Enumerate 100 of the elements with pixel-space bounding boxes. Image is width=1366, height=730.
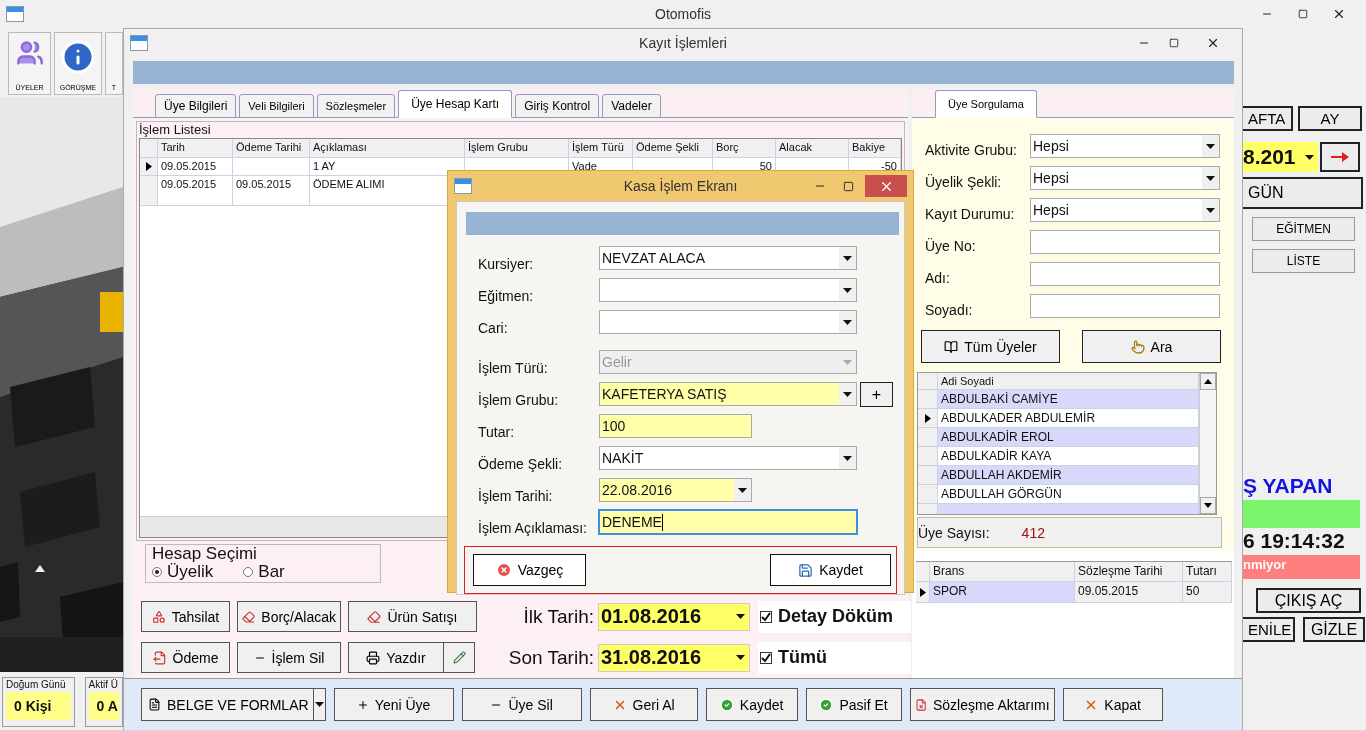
field-label: Kursiyer: [478,255,535,272]
table-cell: ABDULLAH GÖRGÜN [938,485,1199,503]
column-header: Açıklaması [310,139,465,158]
field-label: Kayıt Durumu: [925,205,1016,222]
clock-text: 6 19:14:32 [1243,529,1346,554]
counter-title: Doğum Günü [6,679,67,690]
column-header: Brans [930,562,1075,582]
panel-heading: Ş YAPAN [1243,474,1334,499]
action-button[interactable]: Borç/Alacak [237,601,341,632]
toolbar-button[interactable]: Kaydet [705,688,798,721]
list-button[interactable]: EĞİTMEN [1252,217,1355,241]
field-label: Ödeme Şekli: [478,455,564,472]
toolbar-button[interactable]: Kapat [1062,688,1163,721]
dropdown[interactable]: Hepsi [1030,134,1220,158]
group-title: Hesap Seçimi [152,545,258,563]
table-cell: SPOR [930,582,1075,602]
tab[interactable]: Vadeler [602,94,661,118]
dropdown[interactable]: NAKİT [599,446,857,470]
dialog-title: Kasa İşlem Ekranı [623,178,738,194]
day-button[interactable]: GÜN [1243,177,1363,209]
action-button[interactable]: Ürün Satışı [348,601,477,632]
all-members-button[interactable]: Tüm Üyeler [921,330,1060,363]
field-label: İşlem Türü: [478,359,549,376]
column-header: İşlem Grubu [465,139,569,158]
table-cell: ABDULKADİR KAYA [938,447,1199,465]
checkbox-label: Detay Döküm [778,606,894,627]
column-header: Sözleşme Tarihi [1075,562,1183,582]
action-button[interactable]: İşlem Sil [237,642,341,673]
dropdown[interactable]: KAFETERYA SATIŞ [599,382,857,406]
checkbox-label: Tümü [778,647,827,668]
period-button[interactable]: AY [1298,106,1362,131]
cancel-button[interactable]: Vazgeç [473,554,586,586]
field-label: Üyelik Şekli: [925,173,1003,190]
tab[interactable]: Veli Bilgileri [239,94,314,118]
count-value: 412 [1021,524,1045,541]
action-button[interactable]: Tahsilat [141,601,230,632]
counter-value: 0 A [88,692,119,720]
search-button[interactable]: Ara [1082,330,1221,363]
radio-option[interactable]: Bar [243,563,285,581]
toolbar-button[interactable]: Sözleşme Aktarımı [909,688,1055,721]
toolbar-button[interactable]: Pasif Et [805,688,902,721]
column-header: Alacak [776,139,849,158]
tab[interactable]: Üye Hesap Kartı [398,90,513,118]
dropdown: Gelir [599,350,857,374]
toolbar-button[interactable]: Üye Sil [461,688,582,721]
column-header: İşlem Türü [569,139,633,158]
field-label: Tutar: [478,423,516,440]
list-button[interactable]: LİSTE [1252,249,1355,273]
input-field[interactable]: DENEME [599,510,857,534]
dropdown[interactable]: Hepsi [1030,166,1220,190]
date-field[interactable]: 31.08.2016 [598,643,750,672]
field-label: Adı: [925,269,951,286]
table-cell: ABDULKADİR EROL [938,428,1199,446]
table-cell: 09.05.2015 [158,176,233,205]
field-label: Üye No: [925,237,977,254]
status-text: nmiyor [1243,555,1360,579]
field-label: Cari: [478,319,509,336]
input-field[interactable]: 100 [599,414,752,438]
column-header: Ödeme Şekli [633,139,713,158]
tab[interactable]: Üye Sorgulama [935,90,1037,118]
tab[interactable]: Giriş Kontrol [515,94,600,118]
dropdown[interactable]: NEVZAT ALACA [599,246,857,270]
exit-button[interactable]: ÇIKIŞ AÇ [1256,588,1361,613]
save-button[interactable]: Kaydet [770,554,891,586]
tab[interactable]: Üye Bilgileri [155,94,237,118]
date-field[interactable]: 22.08.2016 [599,478,752,502]
radio-option[interactable]: Üyelik [152,563,214,581]
count-label: Üye Sayısı: [918,524,990,541]
date-field[interactable]: 8.201 [1243,142,1318,172]
date-field[interactable]: 01.08.2016 [598,602,750,631]
counter-title: Aktif Ü [88,679,119,690]
date-label: İlk Tarih: [522,605,594,628]
action-button[interactable]: Ödeme [141,642,230,673]
column-header: Tutarı [1183,562,1232,582]
date-label: Son Tarih: [507,646,594,669]
column-header: Bakiye [849,139,901,158]
field-label: İşlem Açıklaması: [478,519,588,536]
tab[interactable]: Sözleşmeler [316,94,396,118]
panel-button[interactable]: ENİLE [1243,617,1295,642]
period-button[interactable]: AFTA [1243,106,1293,131]
toolbar-button[interactable]: Geri Al [589,688,698,721]
field-label: Eğitmen: [478,287,535,304]
table-cell: ABDULKADER ABDULEMİR [938,409,1199,427]
window-title: Kayıt İşlemleri [639,35,727,51]
column-header: Borç [713,139,776,158]
table-cell: 09.05.2015 [233,176,310,205]
field-label: İşlem Tarihi: [478,487,554,504]
table-cell: 50 [1183,582,1232,602]
field-label: Soyadı: [925,301,974,318]
dropdown[interactable]: Hepsi [1030,198,1220,222]
toolbar-button[interactable]: Yeni Üye [333,688,454,721]
action-button[interactable]: Yazdır [348,642,444,673]
window-title: Otomofis [655,6,711,22]
panel-button[interactable]: GİZLE [1303,617,1365,642]
field-label: İşlem Grubu: [478,391,560,408]
add-button[interactable]: + [860,382,893,407]
counter-value: 0 Kişi [6,692,71,720]
table-cell: 09.05.2015 [158,158,233,175]
column-header: Tarih [158,139,233,158]
table-cell: ABDULLAH AKDEMİR [938,466,1199,484]
